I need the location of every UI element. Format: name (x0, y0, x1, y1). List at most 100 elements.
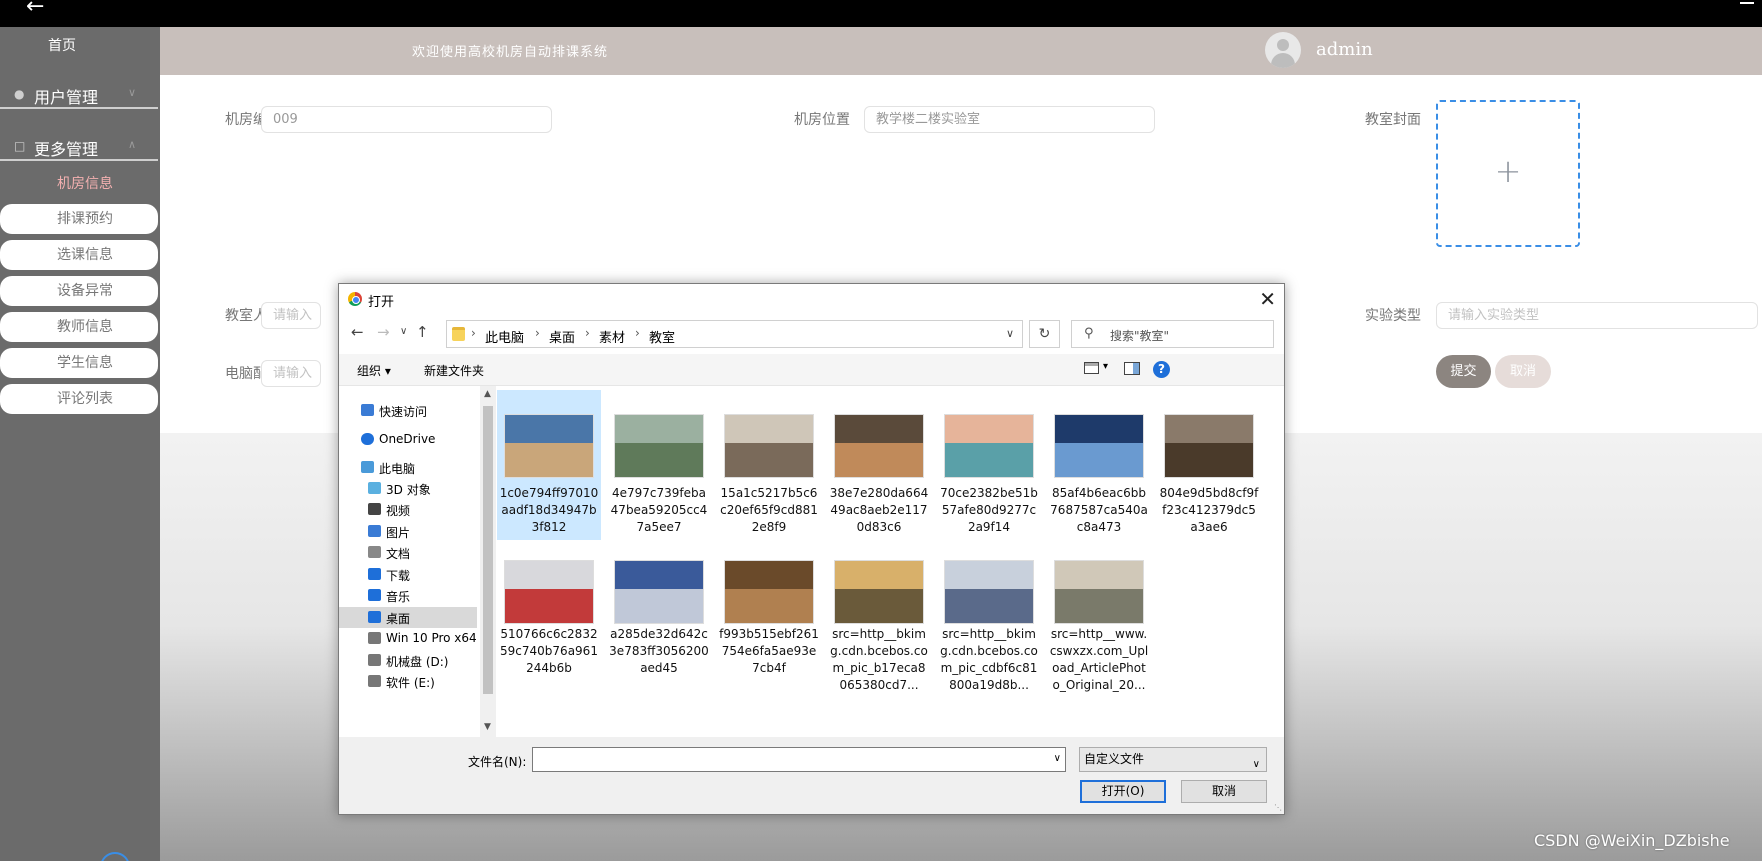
nav-item[interactable]: 软件 (E:) (339, 671, 477, 692)
nav-item[interactable]: 音乐 (339, 585, 477, 606)
location-label: 机房位置 (794, 112, 850, 128)
avatar[interactable] (1265, 32, 1301, 68)
recent-dropdown-icon[interactable]: ∨ (400, 326, 407, 337)
nav-item[interactable]: 文档 (339, 542, 477, 563)
computer-icon (361, 461, 374, 473)
file-open-dialog: 打开 ✕ ← → ∨ ↑ › 此电脑 › 桌面 › 素材 › 教室 ∨ ↻ ⚲ … (338, 283, 1285, 815)
image-thumbnail (504, 560, 594, 624)
breadcrumb-item[interactable]: 教室 (649, 327, 675, 346)
nav-item[interactable]: 视频 (339, 499, 477, 520)
sidebar-item-student-info[interactable]: 学生信息 (0, 348, 158, 378)
breadcrumb-item[interactable]: 桌面 (549, 327, 575, 346)
submit-button[interactable]: 提交 (1436, 355, 1491, 388)
breadcrumb-item[interactable]: 素材 (599, 327, 625, 346)
close-icon[interactable]: ✕ (1259, 287, 1276, 311)
scroll-thumb[interactable] (483, 406, 493, 694)
file-item[interactable]: 510766c6c283259c740b76a961244b6b (497, 558, 601, 708)
file-item[interactable]: src=http__bkimg.cdn.bcebos.com_pic_cdbf6… (937, 558, 1041, 708)
filetype-select[interactable]: 自定义文件 ∨ (1079, 747, 1267, 772)
welcome-text: 欢迎使用高校机房自动排课系统 (412, 45, 609, 60)
nav-item[interactable]: 机械盘 (D:) (339, 650, 477, 671)
sidebar-item-device-exception[interactable]: 设备异常 (0, 276, 158, 306)
nav-scrollbar[interactable]: ▲ ▼ (480, 386, 496, 737)
music-icon (368, 589, 381, 601)
nav-item[interactable]: 下载 (339, 564, 477, 585)
sidebar-divider (0, 159, 158, 161)
download-icon (368, 568, 381, 580)
up-icon[interactable]: ↑ (416, 323, 429, 341)
image-thumbnail (1054, 414, 1144, 478)
nav-item[interactable]: OneDrive (339, 429, 477, 450)
watermark: CSDN @WeiXin_DZbishe (1534, 831, 1730, 850)
file-item[interactable]: 1c0e794ff97010aadf18d34947b3f812 (497, 390, 601, 540)
chevron-down-icon[interactable]: ∨ (1054, 753, 1061, 764)
room-no-input[interactable]: 009 (261, 106, 552, 133)
sidebar-divider (0, 107, 158, 109)
file-item[interactable]: 85af4b6eac6bb7687587ca540ac8a473 (1047, 390, 1151, 540)
address-bar[interactable]: › 此电脑 › 桌面 › 素材 › 教室 ∨ (446, 320, 1023, 348)
drive-icon (368, 632, 381, 644)
scroll-down-icon[interactable]: ▼ (484, 722, 491, 732)
sidebar-home[interactable]: 首页 (0, 35, 124, 55)
file-item[interactable]: 38e7e280da66449ac8aeb2e1170d83c6 (827, 390, 931, 540)
sidebar-item-course-selection[interactable]: 选课信息 (0, 240, 158, 270)
cancel-button[interactable]: 取消 (1495, 355, 1551, 388)
chevron-right-icon: › (585, 326, 590, 340)
nav-item[interactable]: 3D 对象 (339, 478, 477, 499)
sidebar-item-comment-list[interactable]: 评论列表 (0, 384, 158, 414)
file-item[interactable]: 804e9d5bd8cf9ff23c412379dc5a3ae6 (1157, 390, 1261, 540)
sidebar-item-teacher-info[interactable]: 教师信息 (0, 312, 158, 342)
minimize-icon[interactable] (1740, 2, 1754, 4)
filename-input[interactable]: ∨ (532, 747, 1066, 772)
refresh-icon[interactable]: ↻ (1029, 320, 1060, 348)
view-dropdown-icon[interactable]: ▾ (1103, 361, 1108, 372)
file-list: 1c0e794ff97010aadf18d34947b3f812 4e797c73… (496, 386, 1284, 737)
new-folder-button[interactable]: 新建文件夹 (424, 362, 484, 379)
user-icon: ● (14, 87, 25, 101)
organize-menu[interactable]: 组织 ▾ (357, 362, 391, 379)
file-item[interactable]: src=http__bkimg.cdn.bcebos.com_pic_b17ec… (827, 558, 931, 708)
pc-config-input[interactable]: 请输入 (261, 360, 321, 387)
location-input[interactable]: 教学楼二楼实验室 (864, 106, 1155, 133)
file-item[interactable]: f993b515ebf261754e6fa5ae93e7cb4f (717, 558, 821, 708)
file-name: 70ce2382be51b57afe80d9277c2a9f14 (940, 486, 1038, 534)
image-thumbnail (834, 560, 924, 624)
help-icon[interactable]: ? (1153, 361, 1170, 378)
view-mode-icon[interactable] (1084, 362, 1099, 374)
file-item[interactable]: 4e797c739feba47bea59205cc47a5ee7 (607, 390, 711, 540)
sidebar-item-room-info[interactable]: 机房信息 (0, 169, 158, 199)
back-arrow-icon[interactable]: ← (26, 0, 44, 18)
nav-item[interactable]: 图片 (339, 521, 477, 542)
file-item[interactable]: 70ce2382be51b57afe80d9277c2a9f14 (937, 390, 1041, 540)
cover-label: 教室封面 (1365, 112, 1421, 128)
search-placeholder: 搜索"教室" (1110, 329, 1170, 343)
resize-grip-icon[interactable]: ⋱ (1274, 803, 1282, 812)
preview-pane-icon[interactable] (1124, 362, 1140, 375)
capacity-input[interactable]: 请输入 (261, 302, 321, 329)
scroll-up-icon[interactable]: ▲ (484, 389, 491, 399)
file-name: 804e9d5bd8cf9ff23c412379dc5a3ae6 (1159, 486, 1259, 534)
cover-upload[interactable]: + (1436, 100, 1580, 247)
breadcrumb-item[interactable]: 此电脑 (485, 327, 524, 346)
back-icon[interactable]: ← (351, 323, 364, 341)
file-item[interactable]: a285de32d642c3e783ff3056200aed45 (607, 558, 711, 708)
username[interactable]: admin (1316, 39, 1373, 60)
file-item[interactable]: 15a1c5217b5c6c20ef65f9cd8812e8f9 (717, 390, 821, 540)
filetype-value: 自定义文件 (1084, 752, 1145, 766)
desktop-icon (368, 611, 381, 623)
sidebar-item-schedule-booking[interactable]: 排课预约 (0, 204, 158, 234)
search-input[interactable]: ⚲ 搜索"教室" (1071, 320, 1274, 348)
sidebar-group-more-management[interactable]: □ 更多管理 ∧ (0, 127, 160, 167)
open-button[interactable]: 打开(O) (1080, 780, 1166, 803)
nav-item[interactable]: 此电脑 (339, 457, 477, 478)
nav-item[interactable]: Win 10 Pro x64 (339, 628, 477, 649)
nav-item[interactable]: 快速访问 (339, 400, 477, 421)
dialog-cancel-button[interactable]: 取消 (1181, 780, 1267, 803)
nav-item-label: 机械盘 (D:) (386, 655, 449, 669)
chevron-down-icon[interactable]: ∨ (1006, 327, 1014, 340)
sidebar-group-user-management[interactable]: ● 用户管理 ∨ (0, 75, 160, 115)
exp-type-input[interactable]: 请输入实验类型 (1436, 302, 1758, 329)
forward-icon[interactable]: → (377, 323, 390, 341)
file-item[interactable]: src=http__www.cswxzx.com_Upload_ArticleP… (1047, 558, 1151, 708)
nav-item[interactable]: 桌面 (339, 607, 477, 628)
